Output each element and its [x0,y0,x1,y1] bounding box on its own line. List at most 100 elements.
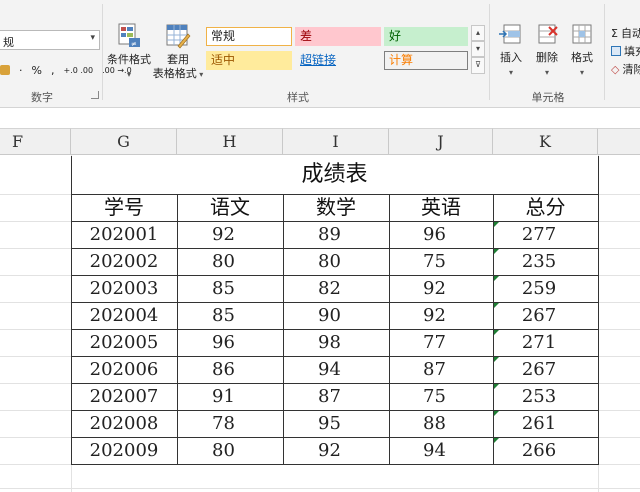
number-format-dropdown[interactable]: 规 ▾ [0,30,100,50]
error-indicator-icon[interactable] [494,249,499,254]
style-good[interactable]: 好 [384,27,468,46]
style-normal[interactable]: 常规 [206,27,292,46]
cell-student-id[interactable]: 202009 [71,437,177,464]
insert-label: 插入 [500,51,522,64]
style-calculation[interactable]: 计算 [384,51,468,70]
cell-english[interactable]: 92 [389,302,480,329]
comma-style-button[interactable]: , [51,64,55,77]
header-total[interactable]: 总分 [493,194,598,221]
cell-total[interactable]: 267 [493,302,585,329]
fill-button[interactable]: 填充 [611,43,640,59]
number-group-launcher-icon[interactable] [91,91,99,99]
cell-total[interactable]: 266 [493,437,585,464]
cell-english[interactable]: 88 [389,410,480,437]
conditional-formatting-icon: ≠ [118,23,140,48]
clear-button[interactable]: ◇ 清除 [611,61,640,77]
header-math[interactable]: 数学 [283,194,389,221]
cell-math[interactable]: 87 [283,383,376,410]
cell-student-id[interactable]: 202008 [71,410,177,437]
error-indicator-icon[interactable] [494,357,499,362]
column-header-k[interactable]: K [493,128,598,155]
cell-english[interactable]: 75 [389,383,480,410]
format-cells-button[interactable]: 格式 ▾ [561,22,603,80]
column-header-l[interactable] [598,128,640,155]
error-indicator-icon[interactable] [494,303,499,308]
currency-dropdown[interactable]: · [19,64,23,77]
gallery-more-icon[interactable]: ⊽ [471,57,485,74]
cell-total[interactable]: 267 [493,356,585,383]
format-cells-icon [572,24,592,44]
cell-total[interactable]: 261 [493,410,585,437]
style-neutral[interactable]: 适中 [206,51,292,70]
column-header-h[interactable]: H [177,128,283,155]
style-hyperlink[interactable]: 超链接 [295,51,381,70]
table-title[interactable]: 成绩表 [71,156,598,194]
chevron-down-icon: ▾ [90,33,95,43]
column-header-f[interactable]: F [0,128,71,155]
header-english[interactable]: 英语 [389,194,493,221]
cell-chinese[interactable]: 80 [177,437,270,464]
formula-bar-gap [0,108,640,128]
cell-english[interactable]: 94 [389,437,480,464]
error-indicator-icon[interactable] [494,330,499,335]
gallery-scroll-down-icon[interactable]: ▾ [471,41,485,57]
cell-english[interactable]: 92 [389,275,480,302]
header-student-id[interactable]: 学号 [71,194,177,221]
cell-student-id[interactable]: 202002 [71,248,177,275]
cell-chinese[interactable]: 80 [177,248,270,275]
cell-math[interactable]: 98 [283,329,376,356]
header-chinese[interactable]: 语文 [177,194,283,221]
cell-math[interactable]: 95 [283,410,376,437]
gallery-scroll-up-icon[interactable]: ▴ [471,25,485,41]
cell-student-id[interactable]: 202007 [71,383,177,410]
format-as-table-icon [166,24,191,49]
error-indicator-icon[interactable] [494,411,499,416]
cell-english[interactable]: 96 [389,221,480,248]
style-normal-label: 常规 [211,29,236,43]
format-as-table-button[interactable]: 套用 表格格式 ▾ [150,22,206,82]
cell-chinese[interactable]: 85 [177,275,270,302]
cell-chinese[interactable]: 91 [177,383,270,410]
cell-student-id[interactable]: 202001 [71,221,177,248]
cell-student-id[interactable]: 202003 [71,275,177,302]
currency-icon[interactable] [0,65,10,75]
style-bad[interactable]: 差 [295,27,381,46]
cell-english[interactable]: 77 [389,329,480,356]
column-header-g[interactable]: G [71,128,177,155]
increase-decimal-button[interactable]: +.0 .00 [63,66,93,75]
percent-style-button[interactable]: % [32,64,42,77]
autosum-button[interactable]: Σ 自动 [611,25,640,41]
format-as-table-label-2: 表格格式 [152,67,197,80]
error-indicator-icon[interactable] [494,222,499,227]
cell-math[interactable]: 92 [283,437,376,464]
table-border [71,437,598,438]
cell-total[interactable]: 253 [493,383,585,410]
cell-math[interactable]: 82 [283,275,376,302]
cell-english[interactable]: 87 [389,356,480,383]
cell-math[interactable]: 94 [283,356,376,383]
error-indicator-icon[interactable] [494,276,499,281]
conditional-formatting-button[interactable]: ≠ 条件格式 ▾ [103,22,155,82]
cell-total[interactable]: 259 [493,275,585,302]
cell-student-id[interactable]: 202004 [71,302,177,329]
cell-chinese[interactable]: 96 [177,329,270,356]
cell-math[interactable]: 80 [283,248,376,275]
cell-total[interactable]: 235 [493,248,585,275]
cell-chinese[interactable]: 78 [177,410,270,437]
cell-math[interactable]: 90 [283,302,376,329]
cell-chinese[interactable]: 92 [177,221,270,248]
column-header-j[interactable]: J [389,128,493,155]
table-border [71,383,598,384]
cell-student-id[interactable]: 202006 [71,356,177,383]
delete-label: 删除 [536,51,558,64]
cell-math[interactable]: 89 [283,221,376,248]
cell-total[interactable]: 271 [493,329,585,356]
cell-english[interactable]: 75 [389,248,480,275]
cell-student-id[interactable]: 202005 [71,329,177,356]
error-indicator-icon[interactable] [494,384,499,389]
cell-chinese[interactable]: 86 [177,356,270,383]
cell-chinese[interactable]: 85 [177,302,270,329]
column-header-i[interactable]: I [283,128,389,155]
cell-total[interactable]: 277 [493,221,585,248]
error-indicator-icon[interactable] [494,438,499,443]
